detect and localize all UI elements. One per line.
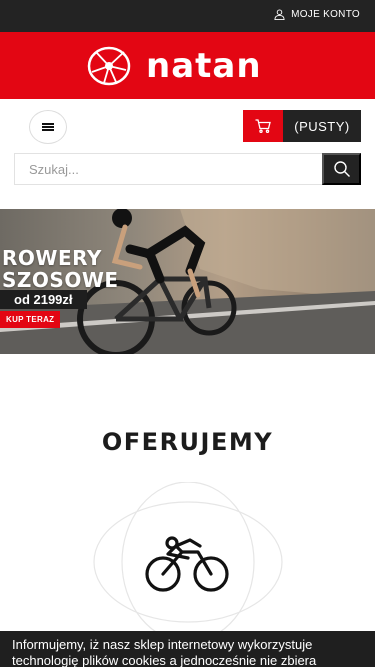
user-icon — [274, 9, 285, 20]
site-logo[interactable]: natan — [86, 46, 262, 86]
logo-bar: natan — [0, 32, 375, 99]
cookie-text-line1: Informujemy, iż nasz sklep internetowy w… — [12, 637, 313, 652]
search-button[interactable] — [322, 153, 361, 185]
promo-banner[interactable]: ROWERY SZOSOWE od 2199zł KUP TERAZ — [0, 209, 375, 354]
decorative-ring — [121, 482, 255, 642]
search-bar — [14, 153, 361, 185]
cyclist-icon — [145, 536, 229, 592]
buy-now-button[interactable]: KUP TERAZ — [0, 311, 61, 328]
hamburger-icon — [42, 123, 54, 131]
search-icon — [333, 161, 350, 177]
offer-section-title: OFERUJEMY — [101, 428, 274, 456]
menu-button[interactable] — [29, 110, 67, 144]
banner-price: od 2199zł — [0, 290, 87, 309]
natan-wheel-logo-icon — [87, 46, 131, 86]
my-account-link[interactable]: MOJE KONTO — [274, 9, 360, 20]
cookie-text-line2: technologię plików cookies a jednocześni… — [12, 653, 317, 667]
cart-status-label: (PUSTY) — [283, 110, 361, 142]
search-input[interactable] — [15, 154, 322, 184]
cart-icon — [243, 110, 283, 142]
banner-title: ROWERY SZOSOWE — [2, 247, 119, 291]
banner-title-line2: SZOSOWE — [2, 268, 119, 292]
cookie-notice: Informujemy, iż nasz sklep internetowy w… — [0, 631, 375, 667]
my-account-label: MOJE KONTO — [291, 9, 360, 20]
top-bar: MOJE KONTO — [0, 0, 375, 32]
logo-text: natan — [146, 46, 262, 86]
cart-button[interactable]: (PUSTY) — [243, 110, 361, 142]
offer-graphic — [93, 482, 283, 642]
banner-title-line1: ROWERY — [2, 246, 102, 270]
